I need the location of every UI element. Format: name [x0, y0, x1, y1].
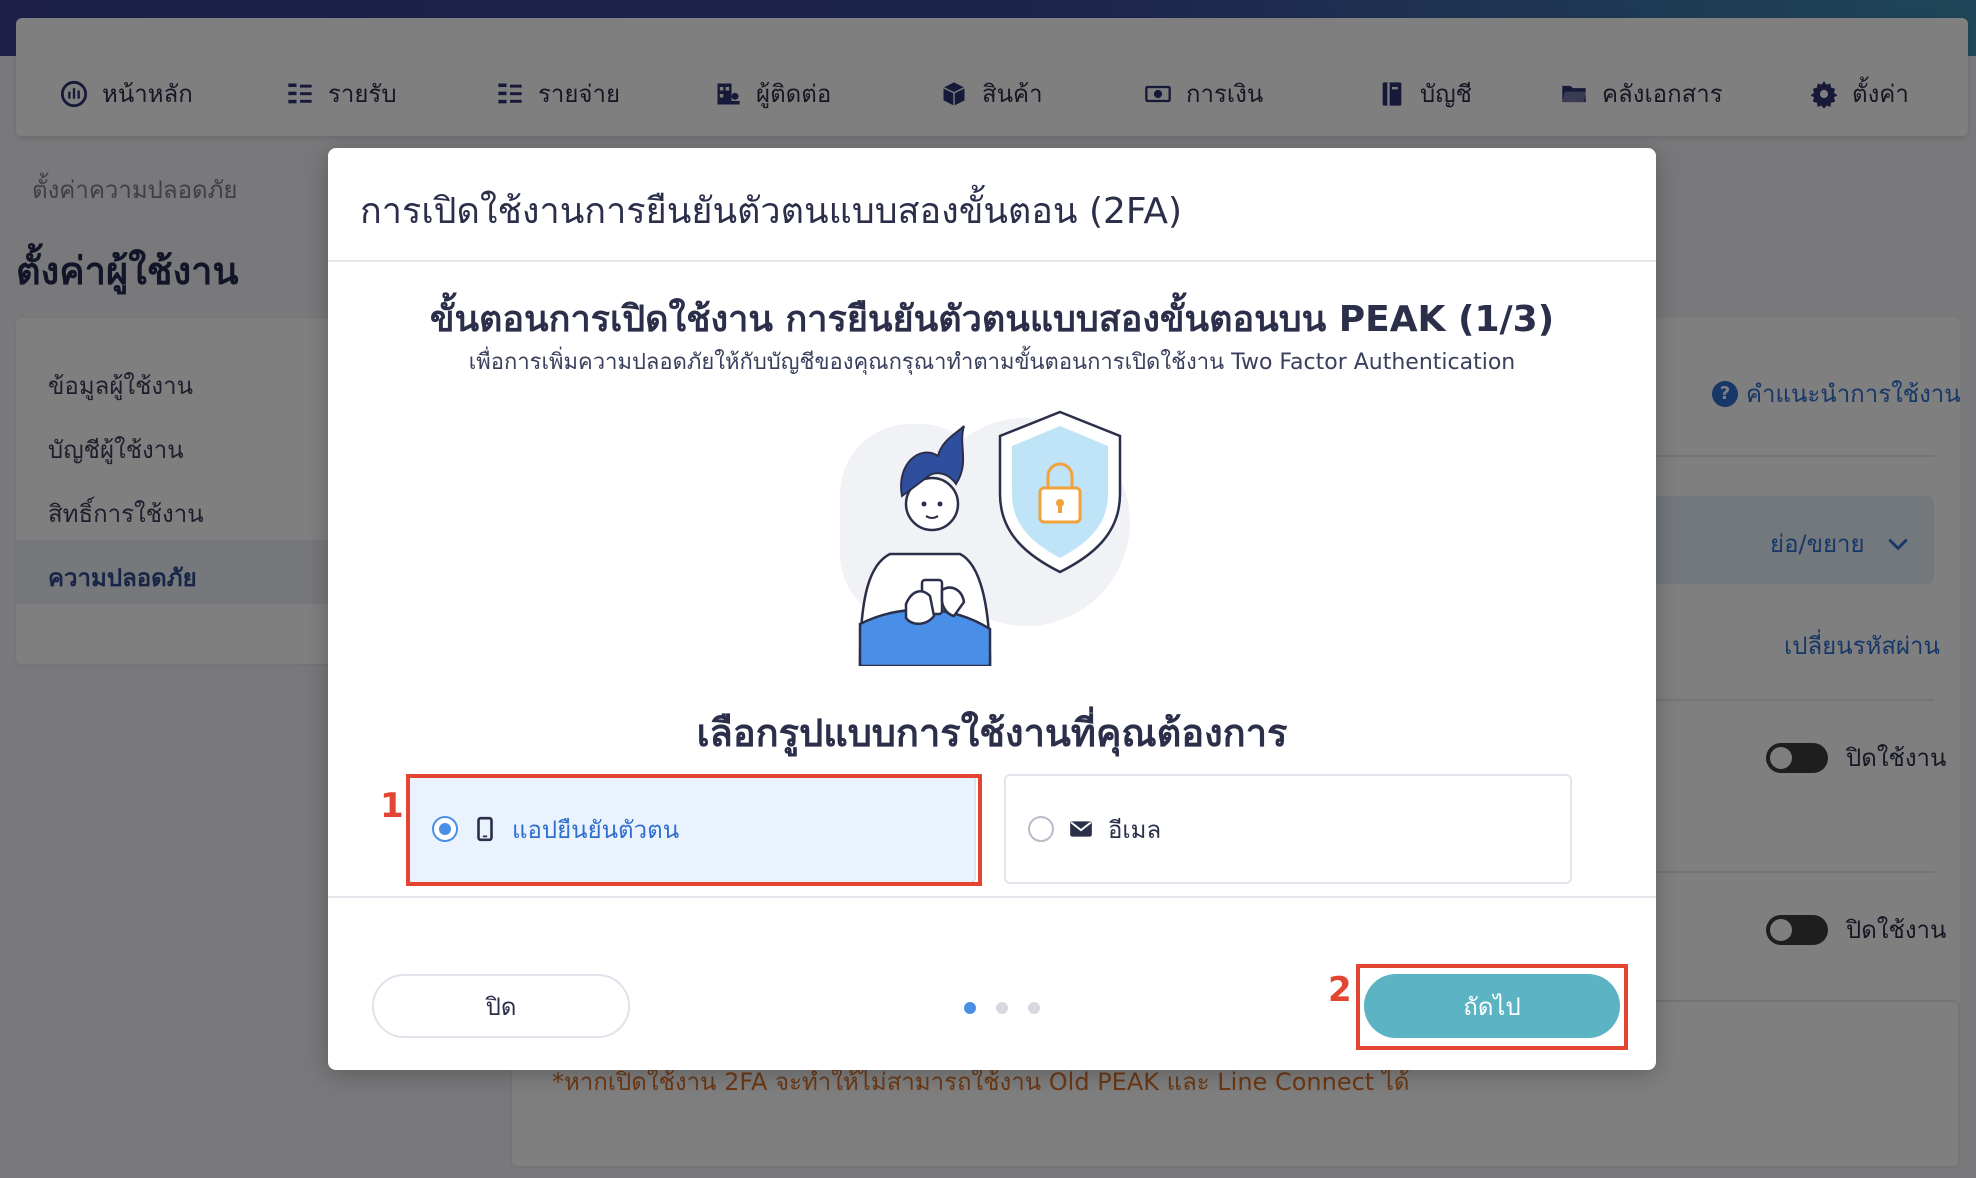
choose-method-title: เลือกรูปแบบการใช้งานที่คุณต้องการ [696, 711, 1288, 755]
twofa-setup-modal: การเปิดใช้งานการยืนยันตัวตนแบบสองขั้นตอน… [328, 148, 1656, 1070]
option-label: อีเมล [1108, 815, 1162, 844]
annotation-highlight-1 [406, 774, 982, 886]
modal-footer-divider [328, 896, 1656, 898]
modal-header-divider [328, 260, 1656, 262]
step-dot [1028, 1002, 1040, 1014]
close-button[interactable]: ปิด [372, 974, 630, 1038]
step-title: ขั้นตอนการเปิดใช้งาน การยืนยันตัวตนแบบสอ… [429, 299, 1555, 340]
step-dot [996, 1002, 1008, 1014]
option-email[interactable]: อีเมล [1004, 774, 1572, 884]
modal-title: การเปิดใช้งานการยืนยันตัวตนแบบสองขั้นตอน… [360, 191, 1183, 232]
annotation-number-1: 1 [380, 786, 404, 826]
annotation-number-2: 2 [1328, 970, 1352, 1010]
envelope-icon [1070, 821, 1092, 837]
radio-unselected[interactable] [1028, 816, 1054, 842]
step-dot-active [964, 1002, 976, 1014]
annotation-highlight-2 [1356, 964, 1628, 1050]
step-indicator [964, 1002, 1040, 1014]
step-subtitle: เพื่อการเพิ่มความปลอดภัยให้กับบัญชีของคุ… [468, 350, 1516, 375]
security-illustration [840, 410, 1130, 666]
